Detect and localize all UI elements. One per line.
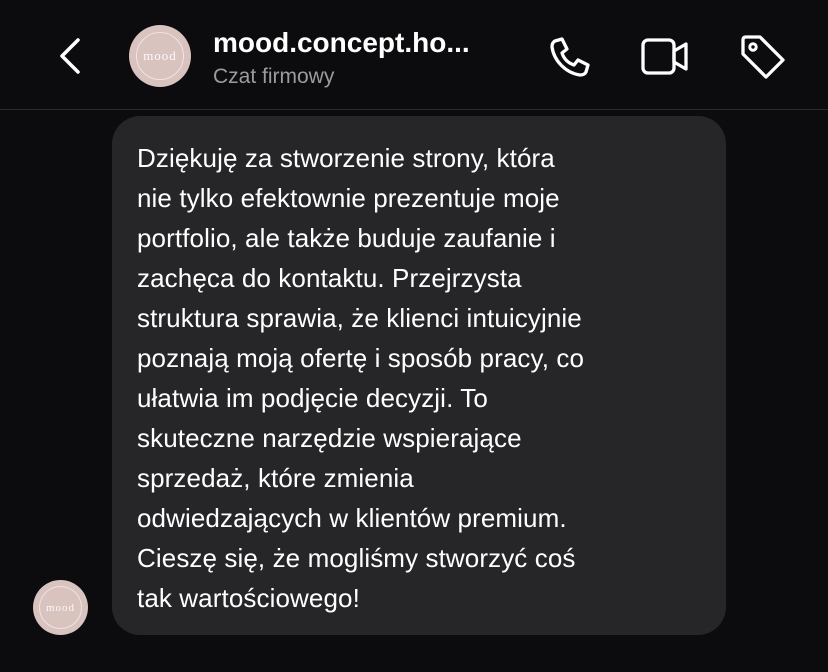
contact-avatar[interactable]: mood [129, 25, 191, 87]
contact-name[interactable]: mood.concept.ho... [213, 27, 470, 59]
sender-avatar[interactable]: mood [33, 580, 88, 635]
message-text: Dziękuję za stworzenie strony, która nie… [137, 143, 585, 613]
video-camera-icon[interactable] [640, 32, 690, 82]
avatar-logo-text: mood [143, 48, 177, 63]
tag-icon[interactable] [737, 32, 787, 82]
message-bubble[interactable]: Dziękuję za stworzenie strony, która nie… [112, 116, 726, 635]
contact-subtitle: Czat firmowy [213, 65, 335, 88]
sender-avatar-logo-text: mood [45, 601, 76, 614]
chat-header: mood mood.concept.ho... Czat firmowy [0, 0, 828, 110]
chevron-left-icon[interactable] [50, 34, 94, 78]
phone-icon[interactable] [545, 32, 595, 82]
